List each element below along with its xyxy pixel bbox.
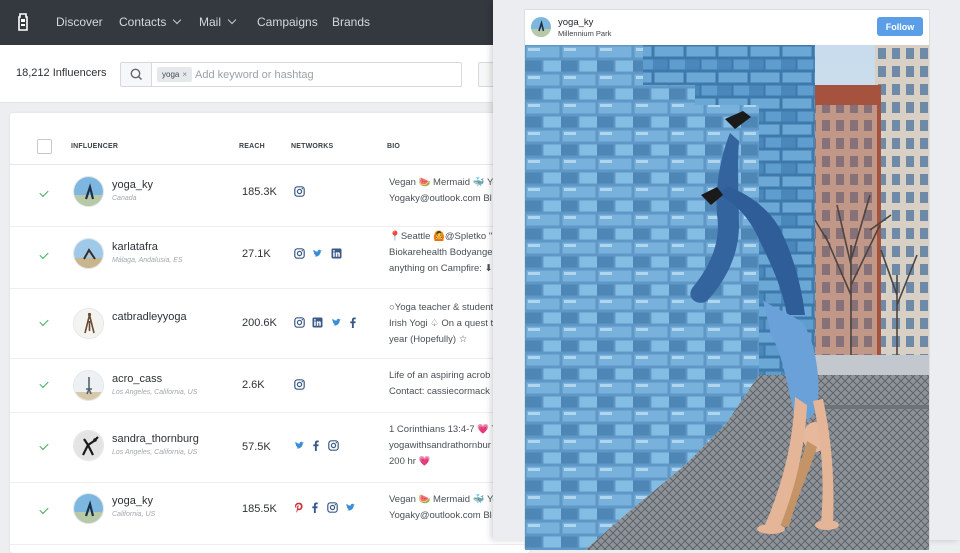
column-header-influencer[interactable]: INFLUENCER — [71, 143, 118, 150]
avatar[interactable] — [531, 17, 551, 37]
instagram-post-card: yoga_ky Millennium Park Follow — [524, 9, 930, 550]
influencer-username[interactable]: acro_cass — [112, 373, 162, 385]
post-username[interactable]: yoga_ky — [558, 17, 593, 28]
influencer-location: Canada — [112, 195, 137, 202]
instagram-icon[interactable] — [328, 440, 339, 451]
reach-value: 27.1K — [242, 248, 271, 260]
post-header: yoga_ky Millennium Park Follow — [525, 10, 929, 45]
nav-discover[interactable]: Discover — [56, 0, 103, 45]
post-preview-panel: yoga_ky Millennium Park Follow — [493, 0, 960, 550]
chevron-down-icon — [173, 15, 182, 25]
influencer-username[interactable]: yoga_ky — [112, 179, 153, 191]
checkmark-icon[interactable] — [39, 316, 49, 327]
search-box[interactable]: yoga × — [120, 62, 462, 87]
influencer-location: Los Angeles, California, US — [112, 449, 198, 456]
table-row[interactable]: catbradleyyoga 200.6K ○Yoga teacher & st… — [10, 289, 530, 359]
network-icons — [294, 317, 360, 329]
twitter-icon[interactable] — [345, 502, 356, 513]
table-row[interactable]: sandra_thornburg Los Angeles, California… — [10, 413, 530, 483]
chevron-down-icon — [227, 15, 237, 25]
search-button[interactable] — [121, 63, 152, 86]
result-count: 18,212 Influencers — [16, 67, 107, 79]
network-icons — [294, 502, 359, 514]
avatar — [73, 308, 104, 339]
nav-label: Brands — [332, 15, 371, 29]
nav-label: Discover — [56, 15, 103, 29]
table-row[interactable]: karlatafra Málaga, Andalusia, ES 27.1K 📍… — [10, 227, 530, 289]
lighthouse-logo-icon[interactable] — [16, 12, 30, 32]
nav-mail[interactable]: Mail — [199, 0, 237, 45]
influencer-username[interactable]: karlatafra — [112, 241, 158, 253]
avatar — [73, 493, 104, 524]
reach-value: 200.6K — [242, 317, 277, 329]
reach-value: 57.5K — [242, 441, 271, 453]
instagram-icon[interactable] — [294, 248, 305, 259]
reach-value: 185.3K — [242, 186, 277, 198]
influencer-location: Málaga, Andalusia, ES — [112, 257, 183, 264]
facebook-icon[interactable] — [311, 502, 319, 513]
twitter-icon[interactable] — [331, 317, 342, 328]
keyword-chip[interactable]: yoga × — [157, 67, 193, 82]
select-all-checkbox[interactable] — [37, 139, 52, 154]
table-row[interactable]: yoga_ky Canada 185.3K Vegan 🍉 Mermaid 🐳 … — [10, 165, 530, 227]
chip-label: yoga — [162, 70, 180, 79]
avatar — [73, 238, 104, 269]
network-icons — [294, 379, 308, 391]
table-row[interactable]: yoga_ky California, US 185.5K Vegan 🍉 Me… — [10, 483, 530, 545]
nav-label: Mail — [199, 15, 222, 29]
search-input[interactable] — [195, 66, 455, 83]
instagram-icon[interactable] — [294, 186, 305, 197]
linkedin-icon[interactable] — [312, 317, 323, 328]
facebook-icon[interactable] — [349, 317, 357, 328]
influencer-location: Los Angeles, California, US — [112, 389, 198, 396]
reach-value: 2.6K — [242, 379, 265, 391]
column-header-networks: NETWORKS — [291, 143, 334, 150]
column-header-reach[interactable]: REACH — [239, 143, 265, 150]
twitter-icon[interactable] — [294, 440, 305, 451]
nav-contacts[interactable]: Contacts — [119, 0, 182, 45]
influencer-username[interactable]: sandra_thornburg — [112, 433, 199, 445]
chip-remove-icon[interactable]: × — [182, 70, 187, 79]
avatar — [73, 430, 104, 461]
influencer-username[interactable]: yoga_ky — [112, 495, 153, 507]
checkmark-icon[interactable] — [39, 249, 49, 260]
influencer-table: INFLUENCER REACH NETWORKS BIO yoga_ky Ca… — [10, 113, 530, 553]
linkedin-icon[interactable] — [331, 248, 342, 259]
table-header: INFLUENCER REACH NETWORKS BIO — [10, 113, 530, 165]
twitter-icon[interactable] — [312, 248, 323, 259]
network-icons — [294, 440, 342, 452]
checkmark-icon[interactable] — [39, 187, 49, 198]
facebook-icon[interactable] — [312, 440, 320, 451]
instagram-icon[interactable] — [327, 502, 338, 513]
checkmark-icon[interactable] — [39, 378, 49, 389]
nav-campaigns[interactable]: Campaigns — [257, 0, 318, 45]
post-location[interactable]: Millennium Park — [558, 29, 611, 38]
reach-value: 185.5K — [242, 503, 277, 515]
column-header-bio: BIO — [387, 143, 401, 150]
table-row[interactable]: acro_cass Los Angeles, California, US 2.… — [10, 359, 530, 413]
nav-label: Contacts — [119, 15, 167, 29]
follow-button[interactable]: Follow — [877, 17, 923, 36]
checkmark-icon[interactable] — [39, 440, 49, 451]
checkmark-icon[interactable] — [39, 504, 49, 515]
instagram-icon[interactable] — [294, 379, 305, 390]
nav-brands[interactable]: Brands — [332, 0, 370, 45]
search-icon — [130, 68, 143, 81]
network-icons — [294, 186, 308, 198]
influencer-location: California, US — [112, 511, 156, 518]
avatar — [73, 370, 104, 401]
avatar — [73, 176, 104, 207]
post-photo[interactable] — [525, 45, 929, 550]
instagram-icon[interactable] — [294, 317, 305, 328]
influencer-username[interactable]: catbradleyyoga — [112, 311, 187, 323]
network-icons — [294, 248, 345, 260]
nav-label: Campaigns — [257, 15, 318, 29]
pinterest-icon[interactable] — [294, 502, 304, 513]
